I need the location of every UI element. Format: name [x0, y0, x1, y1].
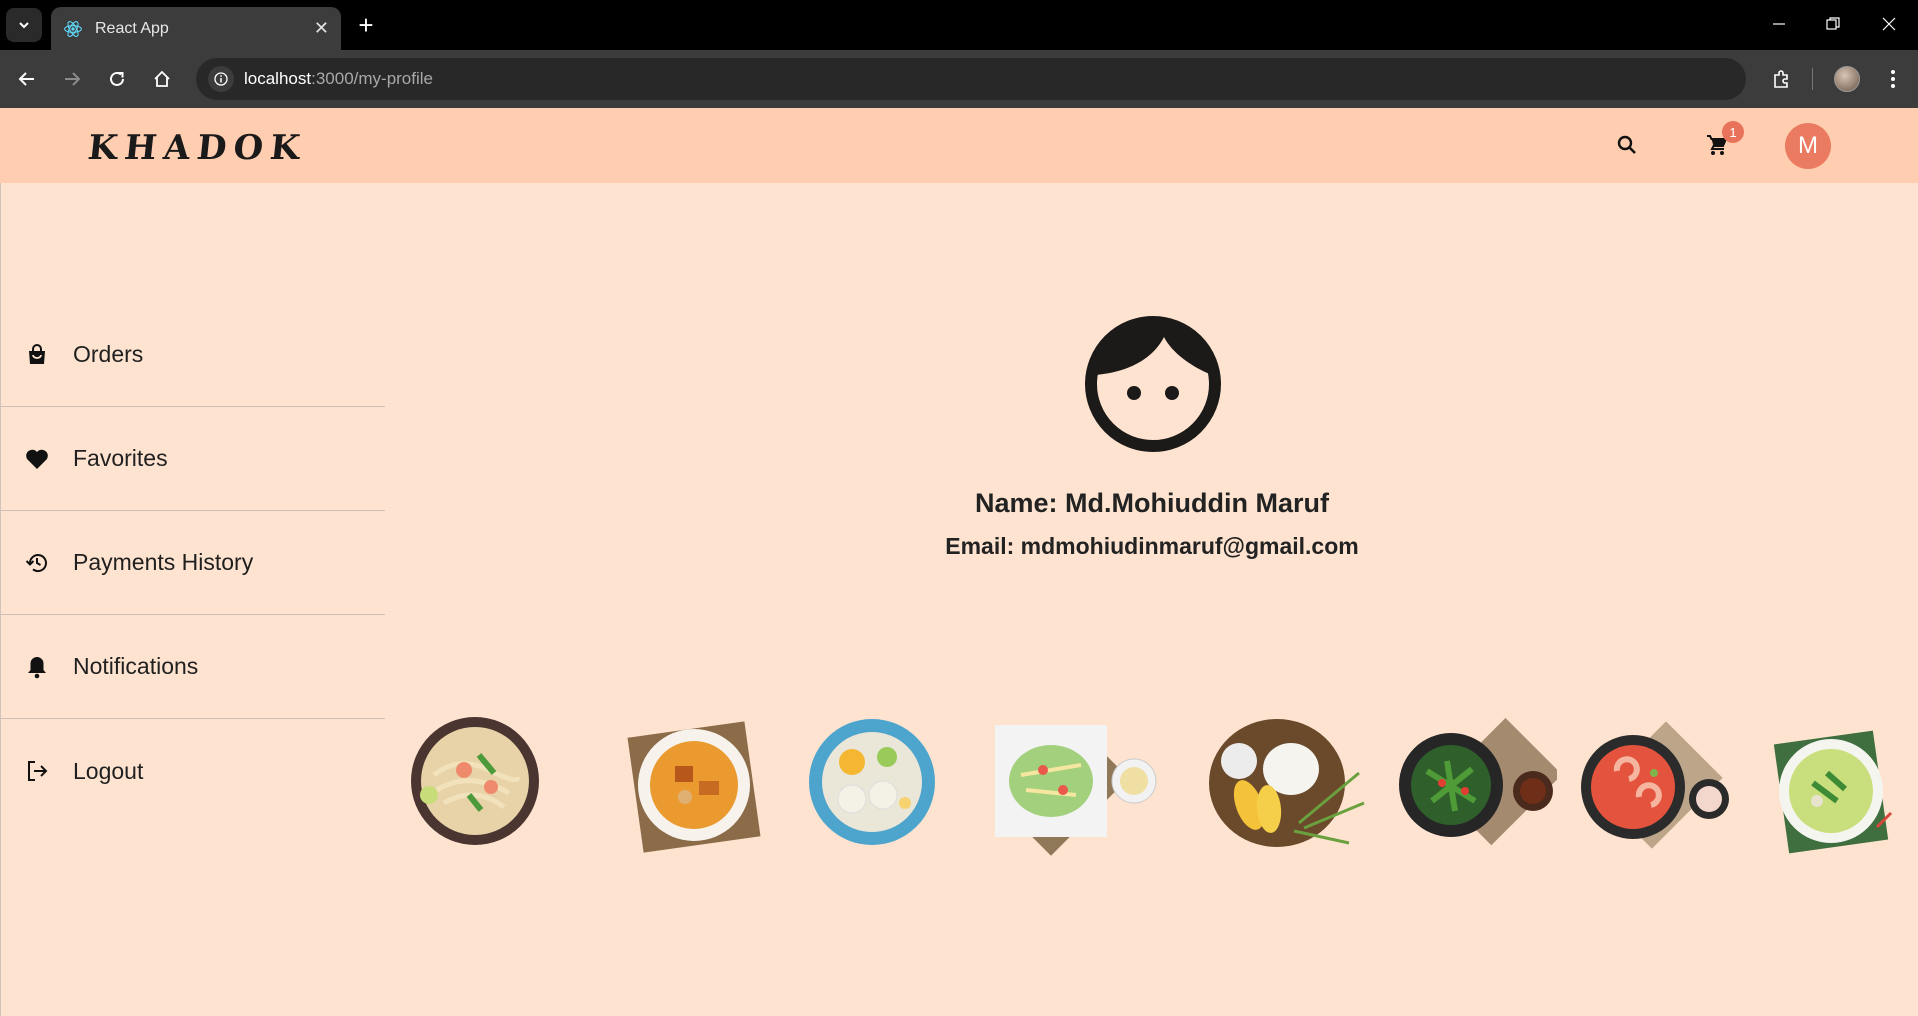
restore-button[interactable] — [1818, 12, 1848, 36]
green-curry-image — [1773, 730, 1893, 854]
url-path: :3000/my-profile — [311, 69, 433, 88]
extensions-icon[interactable] — [1766, 64, 1796, 94]
noodle-dish-image — [411, 717, 539, 845]
search-icon — [1617, 135, 1636, 154]
profile-page: Orders Favorites Payments History Notifi… — [0, 183, 1918, 1016]
sidebar-item-label: Notifications — [73, 653, 199, 679]
react-logo-icon — [64, 20, 82, 37]
back-button[interactable] — [12, 64, 42, 94]
history-icon — [25, 551, 49, 575]
search-button[interactable] — [1612, 130, 1642, 160]
reload-button[interactable] — [102, 64, 132, 94]
sidebar-item-label: Orders — [73, 341, 144, 367]
sidebar-item-label: Payments History — [73, 549, 254, 575]
url-host: localhost — [244, 69, 312, 88]
restore-icon — [1826, 17, 1840, 30]
profile-email: Email: mdmohiudinmaruf@gmail.com — [945, 533, 1359, 559]
close-icon — [1882, 17, 1896, 31]
browser-tabstrip: React App ✕ + — [0, 0, 1918, 50]
sidebar-item-label: Favorites — [73, 445, 168, 471]
kebab-menu-icon — [1891, 70, 1895, 88]
chevron-down-icon — [19, 22, 29, 29]
tab-close-icon[interactable]: ✕ — [314, 18, 329, 39]
forward-button[interactable] — [57, 64, 87, 94]
bell-icon — [25, 655, 49, 679]
logout-icon — [25, 759, 49, 783]
minimize-icon — [1773, 23, 1785, 25]
app-header: KHADOK — [0, 108, 1918, 183]
home-icon — [154, 70, 170, 87]
user-avatar[interactable]: M — [1785, 123, 1831, 169]
sidebar-item-label: Logout — [73, 757, 144, 784]
site-info-icon[interactable] — [208, 66, 234, 92]
sidebar-item-payments-history[interactable]: Payments History — [1, 511, 385, 615]
arrow-right-icon — [65, 72, 81, 86]
browser-toolbar: localhost:3000/my-profile — [0, 50, 1918, 130]
cart-count-badge: 1 — [1722, 121, 1744, 143]
heart-icon — [25, 447, 49, 471]
salad-bowl-image — [809, 719, 935, 845]
tom-yum-soup-image — [1581, 721, 1729, 849]
menu-button[interactable] — [1878, 64, 1908, 94]
reload-icon — [110, 71, 124, 86]
close-window-button[interactable] — [1874, 12, 1904, 36]
home-button[interactable] — [147, 64, 177, 94]
shopping-bag-icon — [25, 343, 49, 367]
profile-avatar — [1834, 66, 1860, 92]
info-icon — [214, 72, 228, 86]
sidebar-item-orders[interactable]: Orders — [1, 303, 385, 407]
sidebar-item-logout[interactable]: Logout — [1, 719, 385, 823]
profile-sidebar: Orders Favorites Payments History Notifi… — [1, 303, 385, 823]
sidebar-item-favorites[interactable]: Favorites — [1, 407, 385, 511]
papaya-salad-image — [995, 724, 1157, 856]
brand-logo[interactable]: KHADOK — [86, 128, 309, 168]
browser-tab[interactable]: React App ✕ — [51, 7, 341, 50]
url-text: localhost:3000/my-profile — [244, 69, 433, 89]
tab-search-button[interactable] — [6, 8, 42, 42]
mango-sticky-rice-image — [1209, 719, 1365, 847]
sidebar-item-notifications[interactable]: Notifications — [1, 615, 385, 719]
toolbar-divider — [1812, 68, 1813, 90]
minimize-button[interactable] — [1764, 12, 1794, 36]
arrow-left-icon — [18, 72, 34, 86]
tab-title: React App — [95, 19, 169, 37]
curry-dish-image — [627, 721, 761, 853]
profile-button[interactable] — [1832, 64, 1862, 94]
stir-fry-dish-image — [1399, 717, 1557, 846]
address-bar[interactable]: localhost:3000/my-profile — [196, 58, 1746, 100]
profile-name: Name: Md.Mohiuddin Maruf — [975, 488, 1329, 518]
face-icon — [1085, 316, 1221, 452]
new-tab-button[interactable]: + — [352, 12, 380, 40]
